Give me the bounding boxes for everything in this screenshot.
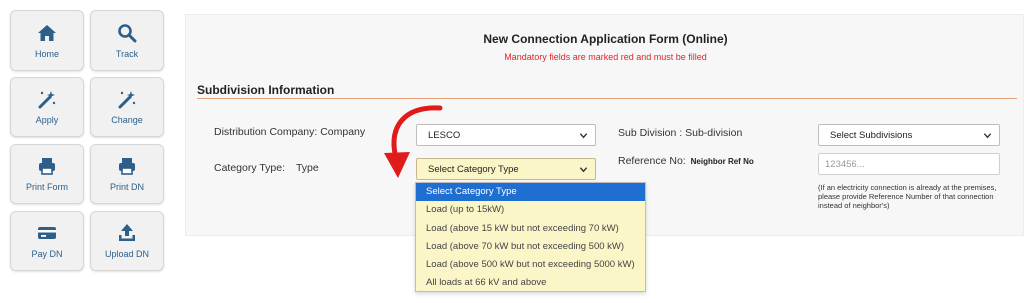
section-divider	[197, 98, 1017, 99]
sub-division-label: Sub Division : Sub-division	[618, 127, 743, 139]
upload-icon	[119, 224, 135, 241]
section-title: Subdivision Information	[197, 83, 335, 97]
reference-no-label: Reference No: Neighbor Ref No	[618, 155, 754, 167]
form-title: New Connection Application Form (Online)	[483, 32, 728, 46]
category-type-label: Category Type: Type	[214, 162, 319, 174]
sub-division-value: Select Subdivisions	[830, 129, 913, 141]
category-option-1[interactable]: Load (up to 15kW)	[416, 201, 645, 219]
magic-wand-icon	[118, 91, 136, 109]
category-option-5[interactable]: All loads at 66 kV and above	[416, 274, 645, 292]
category-type-dropdown[interactable]: Select Category Type Load (up to 15kW) L…	[415, 182, 646, 292]
change-button[interactable]: Change	[90, 77, 164, 137]
category-option-3[interactable]: Load (above 70 kW but not exceeding 500 …	[416, 238, 645, 256]
distribution-company-label: Distribution Company: Company	[214, 126, 366, 138]
apply-button[interactable]: Apply	[10, 77, 84, 137]
change-label: Change	[111, 115, 143, 125]
track-button[interactable]: Track	[90, 10, 164, 71]
category-type-label-sub: Type	[295, 162, 319, 174]
category-option-4[interactable]: Load (above 500 kW but not exceeding 500…	[416, 256, 645, 274]
home-button[interactable]: Home	[10, 10, 84, 71]
category-type-label-text: Category Type:	[214, 162, 286, 174]
chevron-down-icon	[983, 133, 992, 139]
credit-card-icon	[38, 227, 56, 239]
upload-dn-label: Upload DN	[104, 249, 150, 259]
apply-label: Apply	[35, 115, 59, 125]
sub-division-select[interactable]: Select Subdivisions	[818, 124, 1000, 146]
pay-dn-label: Pay DN	[31, 249, 63, 259]
reference-hint: (If an electricity connection is already…	[818, 183, 997, 210]
print-form-label: Print Form	[25, 182, 68, 192]
reference-no-input[interactable]: 123456...	[818, 153, 1000, 175]
upload-dn-button[interactable]: Upload DN	[90, 211, 164, 271]
chevron-down-icon	[579, 133, 588, 139]
print-dn-label: Print DN	[109, 182, 144, 192]
reference-no-label-sub: Neighbor Ref No	[690, 157, 754, 166]
reference-no-label-text: Reference No:	[618, 155, 686, 167]
annotation-arrow	[384, 105, 443, 178]
home-label: Home	[34, 48, 59, 59]
mandatory-notice: Mandatory fields are marked red and must…	[504, 52, 707, 62]
category-option-2[interactable]: Load (above 15 kW but not exceeding 70 k…	[416, 220, 645, 238]
magic-wand-icon	[38, 91, 56, 109]
pay-dn-button[interactable]: Pay DN	[10, 211, 84, 271]
track-label: Track	[115, 48, 139, 59]
printer-icon	[119, 158, 135, 175]
search-icon	[118, 23, 137, 42]
print-form-button[interactable]: Print Form	[10, 144, 84, 204]
chevron-down-icon	[579, 167, 588, 173]
printer-icon	[39, 158, 55, 175]
print-dn-button[interactable]: Print DN	[90, 144, 164, 204]
home-icon	[38, 24, 56, 41]
